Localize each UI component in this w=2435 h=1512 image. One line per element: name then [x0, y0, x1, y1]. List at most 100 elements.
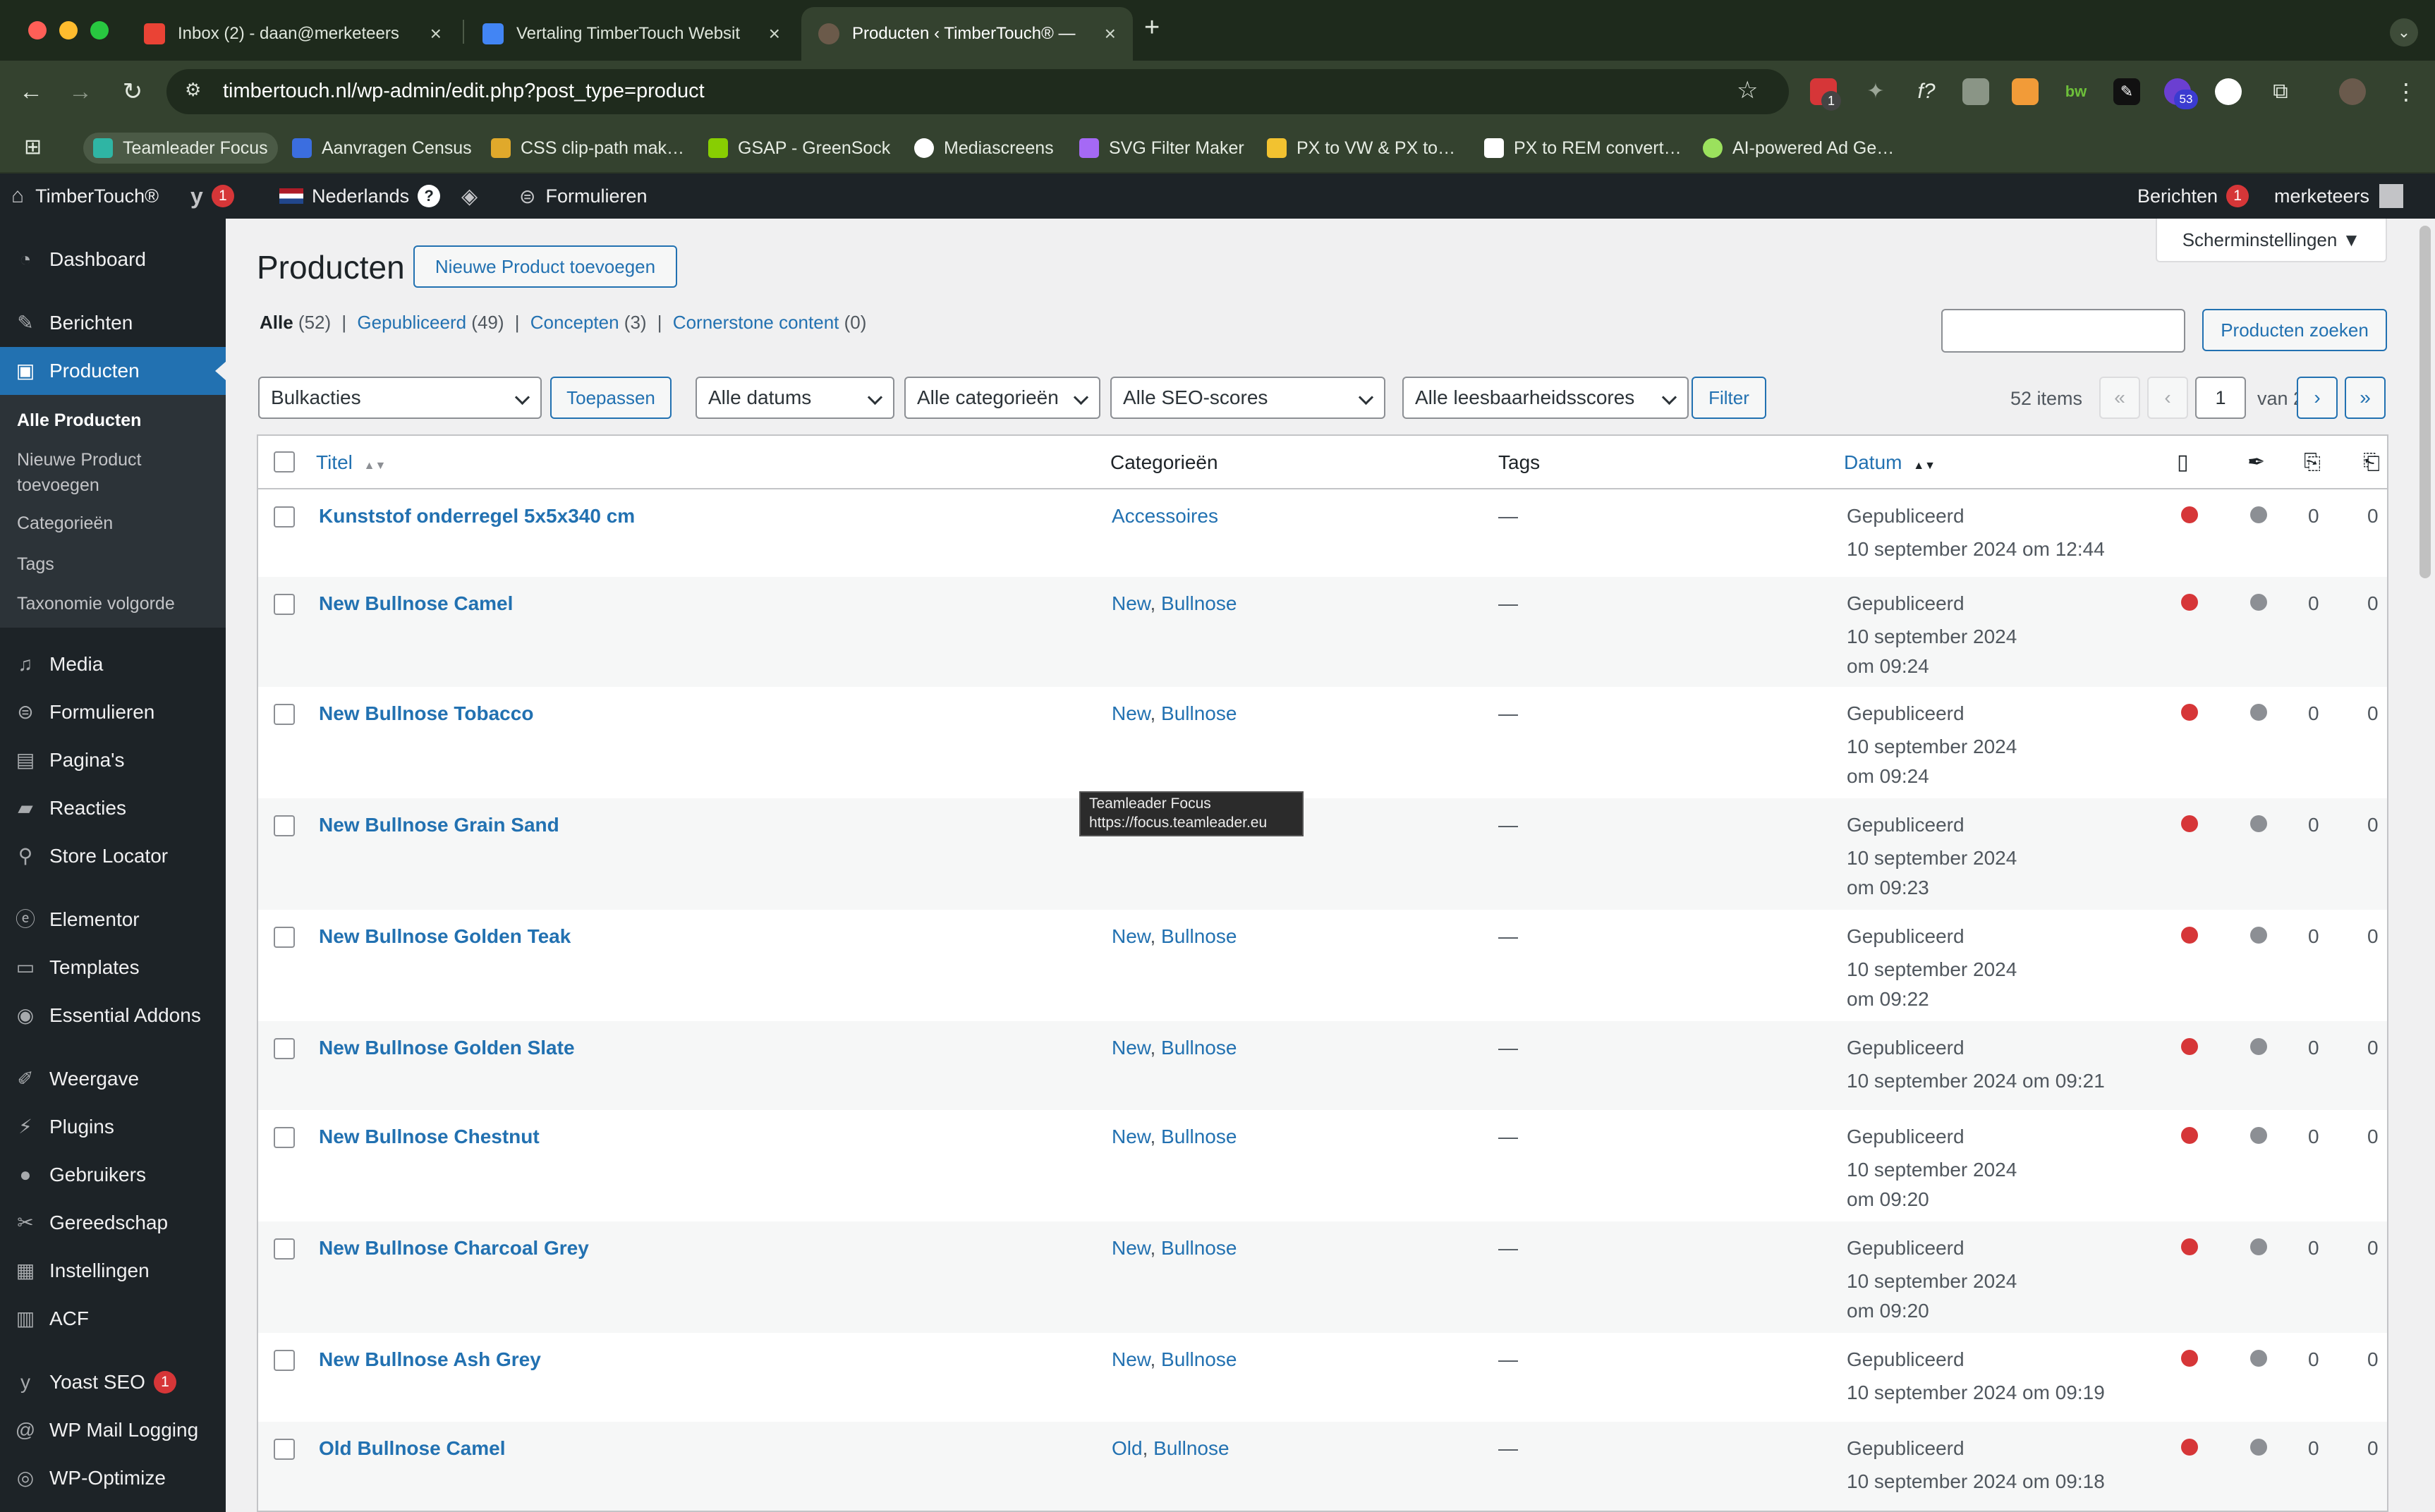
font-extension-icon[interactable]: f? — [1913, 78, 1940, 105]
language-switcher[interactable]: Nederlands ? — [279, 173, 441, 219]
product-title-link[interactable]: New Bullnose Golden Slate — [319, 1037, 575, 1059]
category-link[interactable]: Bullnose — [1161, 592, 1237, 614]
product-title-link[interactable]: New Bullnose Grain Sand — [319, 814, 559, 836]
category-link[interactable]: New — [1112, 1037, 1150, 1059]
row-checkbox[interactable] — [274, 927, 295, 948]
category-link[interactable]: Bullnose — [1153, 1437, 1229, 1459]
apply-button[interactable]: Toepassen — [550, 377, 672, 419]
browser-tab-docs[interactable]: Vertaling TimberTouch Websit × — [466, 7, 797, 61]
row-checkbox[interactable] — [274, 704, 295, 725]
forward-arrow-icon[interactable]: → — [63, 75, 97, 109]
current-page-input[interactable]: 1 — [2195, 377, 2246, 419]
column-title[interactable]: Titel ▲▼ — [316, 436, 386, 489]
browser-tab-gmail[interactable]: Inbox (2) - daan@merketeers × — [127, 7, 459, 61]
minimize-window-button[interactable] — [59, 21, 78, 39]
sidebar-item-gebruikers[interactable]: ● Gebruikers — [0, 1151, 226, 1199]
camera-extension-icon[interactable] — [1962, 78, 1989, 105]
extensions-puzzle-icon[interactable]: ⧉ — [2267, 78, 2294, 105]
bookmark-ai-ad[interactable]: AI-powered Ad Ge… — [1693, 133, 1904, 164]
close-tab-icon[interactable]: × — [1105, 23, 1116, 45]
sidebar-item-reacties[interactable]: ▰ Reacties — [0, 784, 226, 832]
category-link[interactable]: New — [1112, 592, 1150, 614]
filter-cornerstone[interactable]: Cornerstone content — [673, 312, 839, 333]
extension-icon[interactable]: 53 — [2164, 78, 2198, 109]
submenu-tags[interactable]: Tags — [17, 551, 54, 577]
incoming-links-column-icon[interactable]: ⎗ — [2363, 436, 2380, 489]
bookmark-star-icon[interactable]: ☆ — [1737, 76, 1758, 104]
site-name-link[interactable]: ⌂ TimberTouch® — [11, 173, 159, 219]
browser-tab-producten[interactable]: Producten ‹ TimberTouch® — × — [801, 7, 1133, 61]
page-scrollbar[interactable] — [2419, 226, 2431, 578]
bookmark-svg-filter[interactable]: SVG Filter Maker — [1069, 133, 1254, 164]
pen-extension-icon[interactable]: ✎ — [2113, 78, 2140, 105]
bw-extension-icon[interactable]: bw — [2063, 78, 2089, 105]
search-products-button[interactable]: Producten zoeken — [2202, 309, 2387, 351]
category-link[interactable]: New — [1112, 1126, 1150, 1147]
submenu-taxonomy-order[interactable]: Taxonomie volgorde — [17, 591, 175, 616]
reload-icon[interactable]: ↻ — [116, 75, 150, 109]
bookmark-gsap[interactable]: GSAP - GreenSock — [698, 133, 900, 164]
readability-column-icon[interactable]: ✒ — [2247, 436, 2265, 489]
maximize-window-button[interactable] — [90, 21, 109, 39]
category-link[interactable]: New — [1112, 1237, 1150, 1259]
seo-score-column-icon[interactable]: ▯ — [2177, 436, 2189, 489]
category-link[interactable]: Bullnose — [1161, 1126, 1237, 1147]
address-bar[interactable]: ⚙ timbertouch.nl/wp-admin/edit.php?post_… — [166, 69, 1789, 114]
sidebar-item-media[interactable]: ♫ Media — [0, 640, 226, 688]
first-page-button[interactable]: « — [2099, 377, 2140, 419]
submenu-add-product[interactable]: Nieuwe Product — [17, 447, 141, 472]
row-checkbox[interactable] — [274, 1439, 295, 1460]
prev-page-button[interactable]: ‹ — [2147, 377, 2188, 419]
product-title-link[interactable]: Kunststof onderregel 5x5x340 cm — [319, 505, 635, 528]
column-date[interactable]: Datum ▲▼ — [1844, 436, 1936, 489]
close-window-button[interactable] — [28, 21, 47, 39]
category-link[interactable]: Bullnose — [1161, 1037, 1237, 1059]
row-checkbox[interactable] — [274, 594, 295, 615]
internal-links-column-icon[interactable]: ⎘ — [2304, 436, 2321, 489]
site-settings-icon[interactable]: ⚙ — [185, 79, 201, 101]
sidebar-item-wp-mail-logging[interactable]: @ WP Mail Logging — [0, 1406, 226, 1454]
row-checkbox[interactable] — [274, 506, 295, 528]
readability-select[interactable]: Alle leesbaarheidsscores — [1402, 377, 1689, 419]
product-title-link[interactable]: Old Bullnose Camel — [319, 1437, 506, 1460]
close-tab-icon[interactable]: × — [769, 23, 780, 45]
product-title-link[interactable]: New Bullnose Camel — [319, 592, 513, 615]
filter-drafts[interactable]: Concepten — [530, 312, 619, 333]
row-checkbox[interactable] — [274, 1038, 295, 1059]
forms-adminbar-link[interactable]: ⊜ Formulieren — [519, 173, 648, 219]
sidebar-item-instellingen[interactable]: ▦ Instellingen — [0, 1247, 226, 1295]
sidebar-item-formulieren[interactable]: ⊜ Formulieren — [0, 688, 226, 736]
category-link[interactable]: Accessoires — [1112, 505, 1218, 527]
sidebar-item-essential-addons[interactable]: ◉ Essential Addons — [0, 992, 226, 1040]
bookmark-px-vw[interactable]: PX to VW & PX to… — [1257, 133, 1465, 164]
dates-select[interactable]: Alle datums — [696, 377, 894, 419]
extension-icon[interactable]: 1 — [1810, 78, 1841, 111]
sidebar-item-acf[interactable]: ▥ ACF — [0, 1295, 226, 1343]
category-link[interactable]: Bullnose — [1161, 925, 1237, 947]
triangle-extension-icon[interactable] — [2215, 78, 2242, 105]
bookmark-px-rem[interactable]: PX to REM convert… — [1474, 133, 1692, 164]
category-link[interactable]: Bullnose — [1161, 1348, 1237, 1370]
add-new-product-button[interactable]: Nieuwe Product toevoegen — [413, 245, 677, 288]
submenu-add-product-line2[interactable]: toevoegen — [17, 472, 99, 498]
profile-avatar[interactable] — [2339, 78, 2366, 105]
sidebar-item-gereedschap[interactable]: ✂ Gereedschap — [0, 1199, 226, 1247]
category-link[interactable]: New — [1112, 925, 1150, 947]
color-extension-icon[interactable] — [2012, 78, 2039, 105]
browser-menu-icon[interactable]: ⋮ — [2393, 78, 2419, 105]
help-icon[interactable]: ? — [418, 185, 441, 207]
product-title-link[interactable]: New Bullnose Chestnut — [319, 1126, 540, 1148]
category-link[interactable]: Old — [1112, 1437, 1143, 1459]
sidebar-item-store-locator[interactable]: ⚲ Store Locator — [0, 832, 226, 880]
filter-all[interactable]: Alle — [260, 312, 293, 333]
bookmark-census[interactable]: Aanvragen Census — [282, 133, 482, 164]
filter-button[interactable]: Filter — [1692, 377, 1766, 419]
apps-grid-icon[interactable]: ⊞ — [24, 135, 48, 159]
extension-icon[interactable]: ✦ — [1862, 78, 1889, 105]
bulk-actions-select[interactable]: Bulkacties — [258, 377, 542, 419]
sidebar-item-elementor[interactable]: ⓔ Elementor — [0, 896, 226, 944]
new-tab-button[interactable]: + — [1144, 13, 1160, 43]
seo-scores-select[interactable]: Alle SEO-scores — [1110, 377, 1385, 419]
sidebar-item-wp-optimize[interactable]: ◎ WP-Optimize — [0, 1454, 226, 1502]
filter-published[interactable]: Gepubliceerd — [357, 312, 466, 333]
